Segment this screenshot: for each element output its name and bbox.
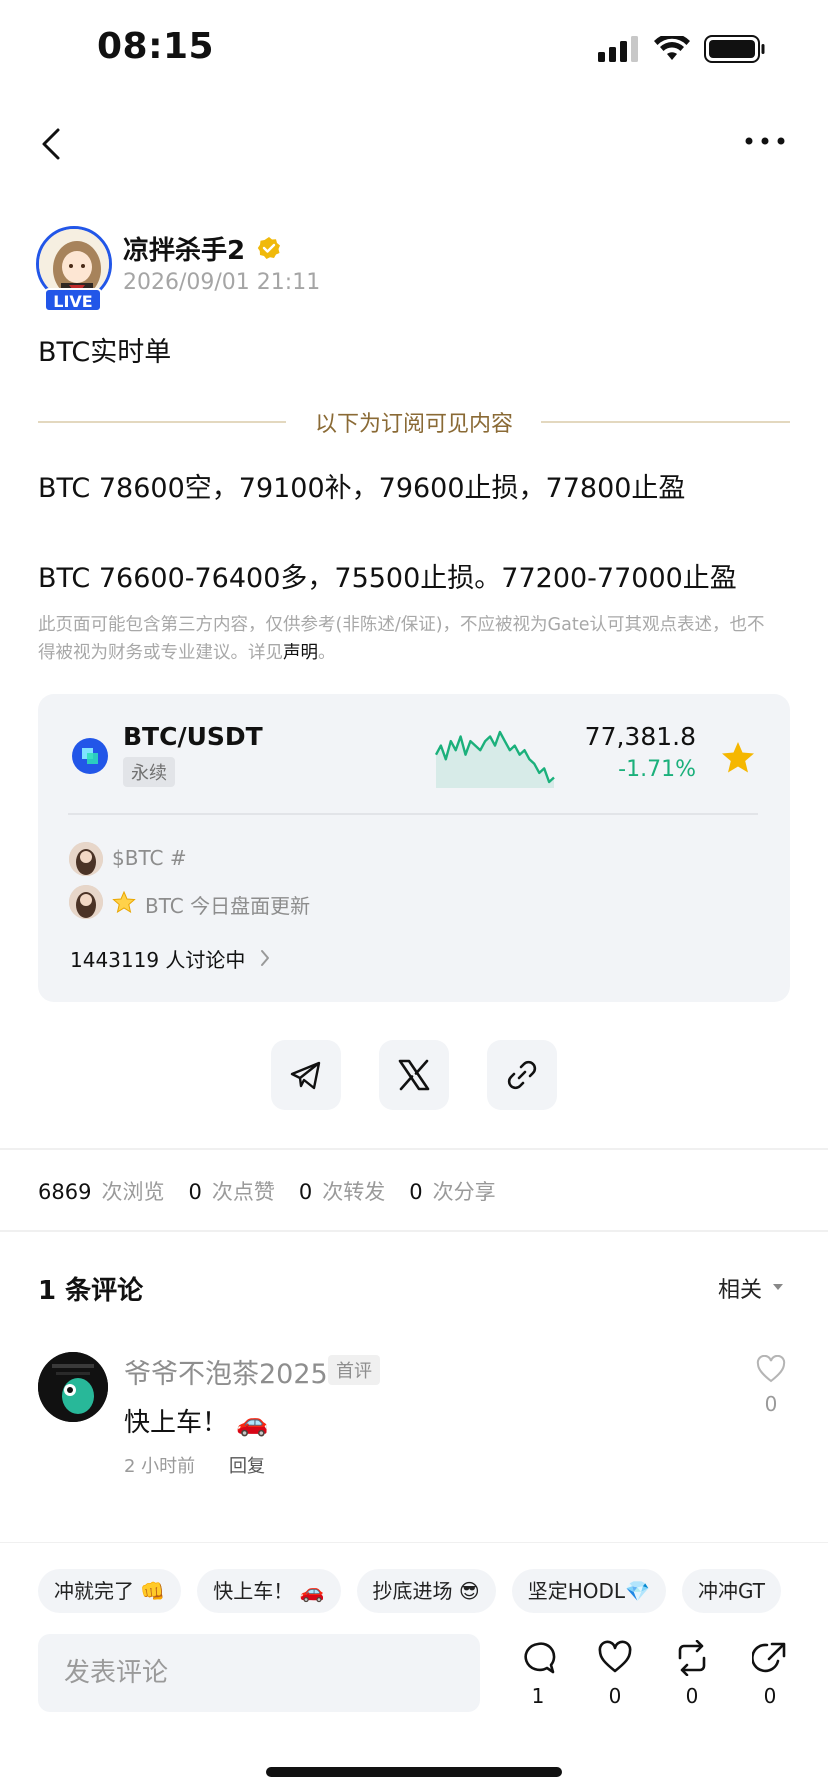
likes-label: 次点赞 (211, 1180, 275, 1204)
disclaimer-text: 此页面可能包含第三方内容，仅供参考(非陈述/保证)，不应被视为Gate认可其观点… (38, 615, 765, 663)
heart-icon (598, 1640, 632, 1673)
views-label: 次浏览 (101, 1180, 165, 1204)
pair-name: BTC/USDT (123, 722, 263, 751)
post-date: 2026/09/01 21:11 (123, 270, 321, 295)
comment-like-count: 0 (764, 1392, 778, 1416)
comment-bubble-icon (524, 1642, 556, 1674)
disclaimer: 此页面可能包含第三方内容，仅供参考(非陈述/保证)，不应被视为Gate认可其观点… (38, 611, 778, 667)
quick-reply-chip[interactable]: 冲冲GT (681, 1569, 781, 1613)
caret-down-icon[interactable] (772, 1283, 784, 1291)
section-divider (0, 1148, 828, 1150)
quick-reply-chip[interactable]: 快上车！ 🚗 (197, 1569, 341, 1613)
verified-icon (257, 237, 280, 259)
more-icon[interactable] (744, 136, 786, 146)
disclaimer-link[interactable]: 声明 (283, 643, 318, 663)
link-icon (507, 1060, 537, 1090)
first-comment-badge: 首评 (328, 1355, 380, 1385)
views-count: 6869 (38, 1180, 92, 1204)
home-indicator (266, 1767, 562, 1777)
live-badge: LIVE (44, 288, 102, 312)
comment-action-count: 1 (531, 1684, 545, 1708)
quick-replies: 冲就完了 👊 快上车！ 🚗 抄底进场 😎 坚定HODL💎 冲冲GT (38, 1569, 781, 1613)
reposts-count: 0 (298, 1180, 313, 1204)
tag-avatar (69, 842, 103, 876)
comments-count: 1 条评论 (38, 1276, 144, 1306)
share-icon (751, 1642, 786, 1673)
market-change: -1.71% (618, 757, 696, 782)
reply-button[interactable]: 回复 (229, 1452, 265, 1478)
sparkline-area (436, 732, 554, 788)
reposts-label: 次转发 (322, 1180, 386, 1204)
perpetual-badge: 永续 (123, 757, 175, 787)
post-title: BTC实时单 (38, 337, 172, 368)
copy-link-button[interactable] (487, 1040, 557, 1110)
comment-text: 快上车！ 🚗 (124, 1408, 269, 1438)
shares-label: 次分享 (432, 1180, 496, 1204)
topic-tag-btc[interactable]: $BTC # (112, 846, 187, 870)
shares-count: 0 (409, 1180, 423, 1204)
subscriber-label: 以下为订阅可见内容 (314, 412, 513, 437)
likes-count: 0 (188, 1180, 202, 1204)
card-divider (68, 813, 758, 815)
quick-reply-chip[interactable]: 坚定HODL💎 (511, 1569, 666, 1613)
section-divider (0, 1230, 828, 1232)
signal-icon (598, 36, 638, 62)
market-price: 77,381.8 (584, 722, 696, 751)
post-line-2: BTC 76600-76400多，75500止损。77200-77000止盈 (38, 563, 737, 594)
repost-action-count: 0 (685, 1684, 699, 1708)
gate-coin-icon (72, 738, 108, 774)
status-time: 08:15 (97, 26, 215, 67)
like-action[interactable]: 0 (595, 1640, 635, 1708)
chevron-right-icon[interactable] (259, 948, 271, 968)
repost-icon (678, 1639, 706, 1677)
telegram-icon (290, 1061, 321, 1090)
disclaimer-end: 。 (318, 643, 336, 663)
comment-time: 2 小时前 (124, 1456, 196, 1477)
sort-dropdown[interactable]: 相关 (718, 1272, 762, 1304)
share-action-count: 0 (763, 1684, 777, 1708)
comment-input[interactable]: 发表评论 (38, 1634, 480, 1712)
post-stats: 6869 次浏览 0 次点赞 0 次转发 0 次分享 (38, 1176, 510, 1206)
author-name[interactable]: 凉拌杀手2 (123, 230, 245, 267)
discussion-count[interactable]: 1443119 人讨论中 (70, 944, 245, 973)
post-line-1: BTC 78600空，79100补，79600止损，77800止盈 (38, 473, 686, 504)
share-telegram-button[interactable] (271, 1040, 341, 1110)
back-icon[interactable] (38, 126, 66, 162)
topic-tag-market-update[interactable]: BTC 今日盘面更新 (145, 890, 310, 919)
tag-avatar (69, 885, 103, 919)
star-emoji-icon (112, 891, 136, 913)
share-x-button[interactable] (379, 1040, 449, 1110)
wifi-icon (654, 36, 690, 60)
favorite-star-icon[interactable] (720, 740, 756, 776)
commenter-avatar[interactable] (38, 1352, 108, 1422)
quick-reply-chip[interactable]: 冲就完了 👊 (38, 1569, 182, 1613)
battery-icon (704, 35, 765, 63)
status-icons (598, 34, 766, 64)
x-logo-icon (398, 1059, 430, 1091)
repost-action[interactable]: 0 (672, 1639, 712, 1708)
share-action[interactable]: 0 (750, 1640, 790, 1708)
commenter-name[interactable]: 爷爷不泡茶2025 (124, 1352, 328, 1391)
quick-reply-chip[interactable]: 抄底进场 😎 (356, 1569, 496, 1613)
heart-icon[interactable] (756, 1355, 786, 1383)
like-action-count: 0 (608, 1684, 622, 1708)
comment-action[interactable]: 1 (518, 1640, 558, 1708)
